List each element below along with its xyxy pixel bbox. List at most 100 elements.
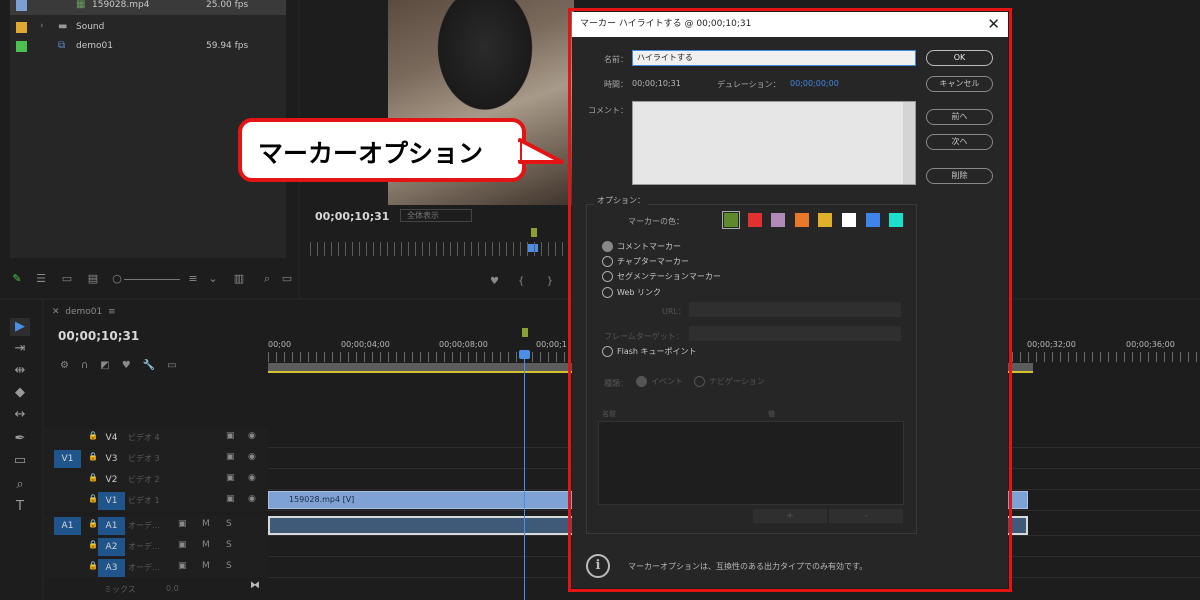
captions-icon[interactable]: ▭ [167,360,188,371]
list-view-icon[interactable]: ☰ [34,272,48,286]
icon-view-icon[interactable]: ▭ [60,272,74,286]
chevron-right-icon[interactable]: › [40,21,44,31]
timeline-tab[interactable]: ✕ demo01 ≡ [52,307,116,317]
track-id[interactable]: V1 [98,492,125,510]
url-field[interactable] [689,302,901,317]
marker-color-swatch[interactable] [747,213,762,227]
ripple-edit-tool-icon[interactable]: ⇹ [10,362,30,380]
automate-icon[interactable]: ▥ [232,272,246,286]
mute-button[interactable]: M [202,561,210,571]
radio-flash-cue-point[interactable]: Flash キューポイント [602,346,697,357]
selection-tool-icon[interactable]: ▶ [10,318,30,336]
source-patch[interactable]: A1 [54,517,81,535]
type-tool-icon[interactable]: T [10,498,30,516]
wrench-icon[interactable]: 🔧 [143,360,167,371]
frame-target-field[interactable] [689,326,901,341]
lock-icon[interactable]: 🔒 [88,540,98,549]
comment-textarea[interactable] [632,101,916,185]
solo-button[interactable]: S [226,561,232,571]
name-field[interactable]: ハイライトする [632,50,916,66]
mix-value[interactable]: 0.0 [166,584,179,593]
nest-icon[interactable]: ⚙ [60,360,81,371]
sort-icon[interactable]: ≡ [186,272,200,286]
program-timecode[interactable]: 00;00;10;31 [315,210,389,223]
new-item-icon[interactable]: ▭ [280,272,294,286]
eye-icon[interactable]: ◉ [248,431,256,441]
prev-button[interactable]: 前へ [926,109,993,125]
sync-lock-icon[interactable]: ▣ [226,494,235,504]
track-id[interactable]: V2 [98,471,125,489]
sync-lock-icon[interactable]: ▣ [226,452,235,462]
mute-button[interactable]: M [202,519,210,529]
remove-cue-button[interactable]: - [829,509,903,523]
track-id[interactable]: V3 [98,450,125,468]
lock-icon[interactable]: 🔒 [88,431,98,440]
track-id[interactable]: V4 [98,429,125,447]
marker-color-swatch[interactable] [842,213,856,227]
pencil-icon[interactable]: ✎ [10,272,24,286]
close-icon[interactable]: ✕ [987,12,1000,37]
razor-tool-icon[interactable]: ◆ [10,384,30,402]
eye-icon[interactable]: ◉ [248,494,256,504]
lock-icon[interactable]: 🔒 [88,519,98,528]
timeline-timecode[interactable]: 00;00;10;31 [58,329,139,343]
ok-button[interactable]: OK [926,50,993,66]
radio-chapter-marker[interactable]: チャプターマーカー [602,256,689,267]
lock-icon[interactable]: 🔒 [88,561,98,570]
chevron-down-icon[interactable]: ⌄ [206,272,220,286]
slip-tool-icon[interactable]: ↔ [10,406,30,424]
radio-comment-marker[interactable]: コメントマーカー [602,241,681,252]
marker-color-swatch[interactable] [771,213,786,227]
add-marker-icon[interactable]: ♥ [122,360,143,371]
eye-icon[interactable]: ◉ [248,452,256,462]
comment-scrollbar[interactable] [903,102,915,184]
col-value[interactable]: 値 [768,409,775,419]
solo-button[interactable]: S [226,540,232,550]
eye-icon[interactable]: ◉ [248,473,256,483]
sync-lock-icon[interactable]: ▣ [178,540,187,550]
cue-list[interactable] [598,421,904,505]
radio-navigation[interactable]: ナビゲーション [694,376,765,387]
rectangle-tool-icon[interactable]: ▭ [10,452,30,470]
solo-button[interactable]: S [226,519,232,529]
project-item-clip[interactable]: ▦ 159028.mp4 25.00 fps [10,0,286,15]
track-select-tool-icon[interactable]: ⇥ [10,340,30,358]
marker-color-swatch[interactable] [722,211,740,229]
sync-lock-icon[interactable]: ▣ [226,473,235,483]
next-button[interactable]: 次へ [926,134,993,150]
track-id[interactable]: A2 [98,538,125,556]
track-id[interactable]: A3 [98,559,125,577]
track-id[interactable]: A1 [98,517,125,535]
marker-color-swatch[interactable] [794,213,809,227]
duration-value[interactable]: 00;00;00;00 [790,79,839,88]
zoom-slider-track[interactable] [124,279,180,280]
freeform-view-icon[interactable]: ▤ [86,272,100,286]
project-item-folder[interactable]: › ▬ Sound [10,18,286,37]
delete-button[interactable]: 削除 [926,168,993,184]
lock-icon[interactable]: 🔒 [88,452,98,461]
linked-selection-icon[interactable]: ◩ [100,360,121,371]
sync-lock-icon[interactable]: ▣ [226,431,235,441]
radio-web-link[interactable]: Web リンク [602,287,661,298]
go-to-end-icon[interactable]: ⧓ [250,580,260,591]
marker-color-swatch[interactable] [865,213,880,227]
zoom-slider[interactable]: ○ [110,272,124,286]
add-cue-button[interactable]: + [753,509,827,523]
sync-lock-icon[interactable]: ▣ [178,519,187,529]
zoom-select[interactable]: 全体表示 [400,209,472,222]
search-icon[interactable]: ⌕ [260,272,274,286]
cancel-button[interactable]: キャンセル [926,76,993,92]
lock-icon[interactable]: 🔒 [88,494,98,503]
mark-out-icon[interactable]: } [547,276,553,287]
add-marker-icon[interactable]: ♥ [490,276,499,287]
hand-zoom-tool-icon[interactable]: ⌕ [10,476,30,494]
col-name[interactable]: 名前 [602,409,616,419]
marker-color-swatch[interactable] [818,213,833,227]
program-ruler[interactable] [310,242,568,256]
radio-segmentation-marker[interactable]: セグメンテーションマーカー [602,271,721,282]
lock-icon[interactable]: 🔒 [88,473,98,482]
sync-lock-icon[interactable]: ▣ [178,561,187,571]
marker-color-swatch[interactable] [889,213,904,227]
mute-button[interactable]: M [202,540,210,550]
project-item-sequence[interactable]: ⧉ demo01 59.94 fps [10,37,286,56]
